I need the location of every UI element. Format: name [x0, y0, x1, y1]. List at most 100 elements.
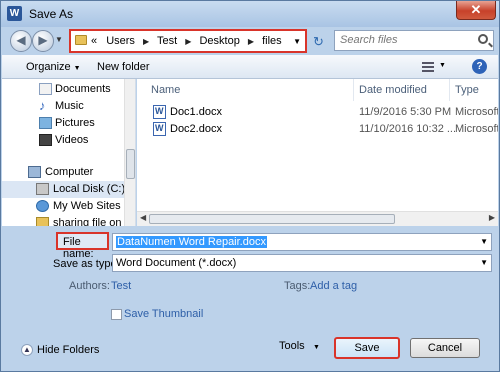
breadcrumb: « Users ▶ Test ▶ Desktop ▶ files	[91, 35, 282, 47]
command-toolbar: Organize ▼ New folder ▼ ?	[2, 55, 498, 79]
save-as-type-label: Save as type:	[53, 258, 120, 270]
file-type: Microsoft	[455, 106, 498, 118]
search-box[interactable]	[334, 30, 494, 51]
local-disk-icon	[36, 183, 49, 195]
organize-button[interactable]: Organize ▼	[26, 61, 81, 73]
file-list-horizontal-scrollbar[interactable]: ◀ ▶	[137, 211, 498, 226]
file-row[interactable]: Doc1.docx 11/9/2016 5:30 PM Microsoft	[137, 104, 498, 121]
authors-value[interactable]: Test	[111, 280, 131, 292]
sidebar-item-label: Documents	[55, 83, 111, 95]
refresh-icon[interactable]: ↻	[313, 34, 324, 50]
breadcrumb-files[interactable]: files	[262, 35, 282, 47]
new-folder-button[interactable]: New folder	[97, 61, 150, 73]
help-icon[interactable]: ?	[472, 59, 487, 74]
navigation-pane-scrollbar[interactable]	[124, 79, 135, 226]
address-dropdown-icon[interactable]: ▼	[293, 37, 301, 46]
music-icon: ♪	[39, 98, 46, 113]
breadcrumb-prefix[interactable]: «	[91, 35, 97, 47]
column-divider[interactable]	[449, 79, 450, 101]
back-arrow-icon: ◀	[16, 33, 26, 47]
word-document-icon	[153, 105, 166, 119]
file-type: Microsoft	[455, 123, 498, 135]
column-divider[interactable]	[353, 79, 354, 101]
chevron-down-icon[interactable]: ▼	[313, 344, 320, 351]
tags-value[interactable]: Add a tag	[310, 280, 357, 292]
column-header-name[interactable]: Name	[151, 79, 180, 101]
word-app-icon: W	[7, 6, 22, 21]
forward-button[interactable]: ▶	[32, 30, 54, 52]
navigation-pane: Documents ♪ Music Pictures Videos Comput…	[2, 79, 136, 226]
chevron-right-icon[interactable]: ▶	[143, 37, 149, 46]
save-thumbnail-label[interactable]: Save Thumbnail	[124, 308, 203, 320]
recent-locations-dropdown-icon[interactable]: ▼	[55, 35, 63, 44]
tools-button[interactable]: Tools	[279, 340, 305, 352]
sidebar-item-music[interactable]: ♪ Music	[2, 98, 124, 115]
web-sites-icon	[36, 200, 49, 212]
save-as-type-select[interactable]: Word Document (*.docx) ▼	[112, 254, 492, 272]
navigation-bar: ◀ ▶ ▼ « Users ▶ Test ▶ Desktop ▶ files ▼…	[1, 27, 499, 55]
file-name: Doc1.docx	[170, 106, 222, 118]
shared-folder-icon	[36, 217, 49, 226]
cancel-button[interactable]: Cancel	[410, 338, 480, 358]
breadcrumb-test[interactable]: Test	[157, 35, 177, 47]
save-button[interactable]: Save	[334, 337, 400, 359]
word-document-icon	[153, 122, 166, 136]
documents-icon	[39, 83, 52, 95]
file-name-field[interactable]: DataNumen Word Repair.docx ▼	[112, 233, 492, 251]
save-as-type-value: Word Document (*.docx)	[116, 257, 237, 269]
hide-folders-label: Hide Folders	[37, 344, 100, 356]
chevron-right-icon[interactable]: ▶	[248, 37, 254, 46]
close-button[interactable]: ✕	[456, 1, 496, 20]
file-name: Doc2.docx	[170, 123, 222, 135]
save-thumbnail-checkbox[interactable]	[111, 309, 122, 320]
search-icon[interactable]	[478, 34, 488, 44]
window-title: Save As	[29, 7, 74, 21]
file-date: 11/9/2016 5:30 PM	[359, 106, 452, 118]
breadcrumb-desktop[interactable]: Desktop	[199, 35, 239, 47]
file-name-value[interactable]: DataNumen Word Repair.docx	[116, 236, 267, 248]
sidebar-item-label: Local Disk (C:)	[53, 183, 124, 195]
save-as-dialog: W Save As ✕ ◀ ▶ ▼ « Users ▶ Test ▶ Deskt…	[0, 0, 500, 372]
authors-label: Authors:	[69, 280, 110, 292]
sidebar-item-label: Computer	[45, 166, 94, 178]
sidebar-item-pictures[interactable]: Pictures	[2, 115, 124, 132]
title-bar: W Save As ✕	[1, 1, 499, 27]
sidebar-item-label: Pictures	[55, 117, 95, 129]
address-bar[interactable]: « Users ▶ Test ▶ Desktop ▶ files ▼	[69, 29, 307, 53]
back-button[interactable]: ◀	[10, 30, 32, 52]
scroll-left-icon[interactable]: ◀	[140, 213, 146, 222]
column-header-date-modified[interactable]: Date modified	[359, 79, 427, 101]
breadcrumb-users[interactable]: Users	[106, 35, 135, 47]
sidebar-item-videos[interactable]: Videos	[2, 132, 124, 149]
sidebar-item-label: My Web Sites on	[53, 200, 124, 212]
column-header-type[interactable]: Type	[455, 79, 479, 101]
sidebar-item-computer[interactable]: Computer	[2, 164, 124, 181]
scrollbar-thumb[interactable]	[126, 149, 135, 179]
scrollbar-thumb[interactable]	[149, 214, 395, 224]
view-dropdown-icon[interactable]: ▼	[439, 62, 446, 69]
sidebar-item-documents[interactable]: Documents	[2, 81, 124, 98]
sidebar-item-local-disk[interactable]: Local Disk (C:)	[2, 181, 124, 198]
sidebar-item-my-web-sites[interactable]: My Web Sites on	[2, 198, 124, 215]
videos-icon	[39, 134, 52, 146]
chevron-down-icon[interactable]: ▼	[480, 258, 488, 267]
change-view-icon[interactable]	[422, 62, 434, 72]
file-name-label: File name:	[56, 232, 109, 260]
chevron-down-icon: ▼	[73, 65, 81, 72]
chevron-up-icon: ▲	[21, 344, 33, 356]
file-date: 11/10/2016 10:32 ...	[359, 123, 457, 135]
sidebar-item-sharing-file[interactable]: sharing file on d	[2, 215, 124, 226]
search-input[interactable]	[340, 34, 470, 46]
computer-icon	[28, 166, 41, 178]
forward-arrow-icon: ▶	[38, 33, 48, 47]
chevron-right-icon[interactable]: ▶	[185, 37, 191, 46]
folder-icon	[75, 35, 87, 45]
file-row[interactable]: Doc2.docx 11/10/2016 10:32 ... Microsoft	[137, 121, 498, 138]
chevron-down-icon[interactable]: ▼	[480, 237, 488, 246]
tags-label: Tags:	[284, 280, 311, 292]
scroll-right-icon[interactable]: ▶	[489, 213, 495, 222]
organize-label: Organize	[26, 61, 71, 73]
file-list: Name Date modified Type Doc1.docx 11/9/2…	[137, 79, 498, 226]
sidebar-item-label: Videos	[55, 134, 89, 146]
sidebar-item-label: sharing file on d	[53, 217, 124, 226]
